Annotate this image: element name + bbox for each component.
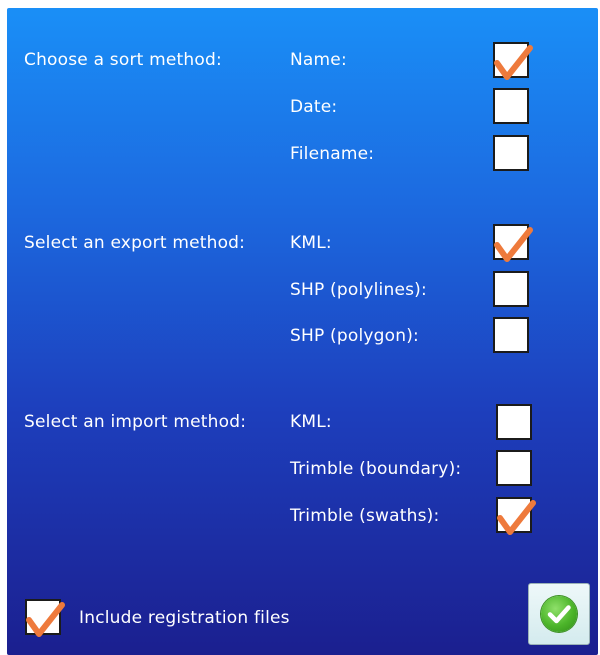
sort-option-name-label: Name:: [290, 50, 347, 70]
check-mark-icon: [494, 45, 533, 80]
check-mark-icon: [497, 500, 536, 535]
sort-date-checkbox[interactable]: [493, 88, 529, 124]
ok-button[interactable]: [528, 583, 590, 645]
sort-name-checkbox[interactable]: [493, 42, 533, 80]
import-option-trimble-swaths-label: Trimble (swaths):: [290, 506, 440, 526]
export-shp-polylines-checkbox[interactable]: [493, 271, 529, 307]
check-mark-icon: [26, 602, 65, 637]
import-trimble-boundary-checkbox[interactable]: [496, 450, 532, 486]
export-kml-checkbox[interactable]: [493, 224, 533, 262]
include-registration-label: Include registration files: [79, 608, 290, 628]
sort-method-heading: Choose a sort method:: [24, 50, 222, 70]
check-mark-icon: [494, 227, 533, 262]
import-trimble-swaths-checkbox[interactable]: [496, 497, 536, 535]
import-kml-checkbox[interactable]: [496, 404, 532, 440]
import-option-kml-label: KML:: [290, 412, 332, 432]
export-option-kml-label: KML:: [290, 233, 332, 253]
import-method-heading: Select an import method:: [24, 412, 247, 432]
export-option-shp-polylines-label: SHP (polylines):: [290, 280, 427, 300]
export-option-shp-polygon-label: SHP (polygon):: [290, 326, 419, 346]
include-registration-checkbox[interactable]: [25, 599, 65, 637]
sort-option-date-label: Date:: [290, 97, 338, 117]
import-option-trimble-boundary-label: Trimble (boundary):: [290, 459, 462, 479]
export-method-heading: Select an export method:: [24, 233, 246, 253]
sort-filename-checkbox[interactable]: [493, 135, 529, 171]
check-icon: [547, 605, 571, 624]
export-shp-polygon-checkbox[interactable]: [493, 317, 529, 353]
sort-option-filename-label: Filename:: [290, 144, 375, 164]
